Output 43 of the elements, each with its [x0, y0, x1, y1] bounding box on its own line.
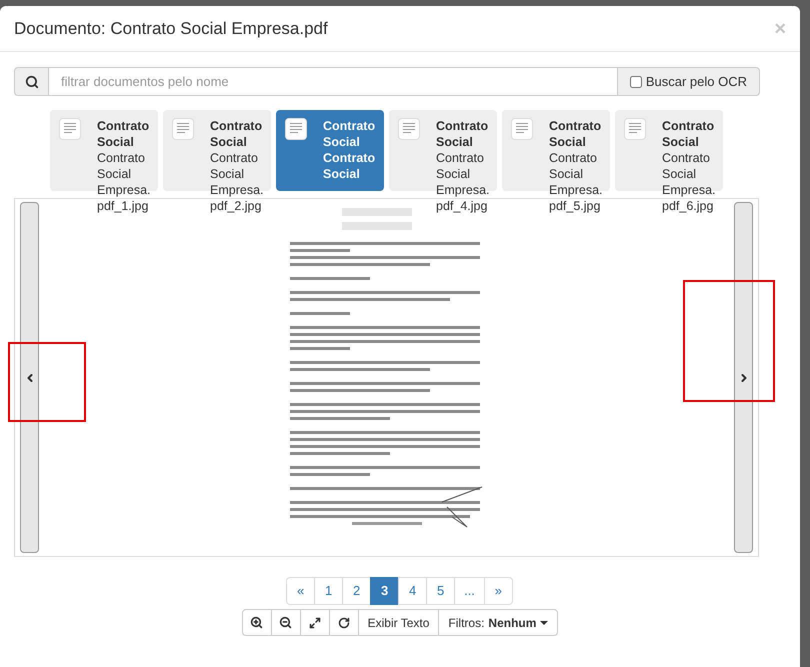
page-thumbnail-icon — [511, 118, 533, 140]
checkbox[interactable] — [630, 76, 642, 88]
thumbnail-title: Contrato Social — [97, 118, 150, 150]
fit-screen-button[interactable] — [300, 609, 330, 636]
zoom-in-button[interactable] — [242, 609, 272, 636]
caret-icon — [540, 620, 548, 624]
page-link[interactable]: 1 — [314, 577, 344, 605]
page-link[interactable]: 3 — [370, 577, 400, 605]
page-link[interactable]: « — [286, 577, 316, 605]
rotate-icon — [338, 616, 350, 628]
filters-dropdown[interactable]: Filtros: Nenhum — [438, 609, 558, 636]
thumbnail-filename: Contrato Social Empresa. pdf_1.jpg — [97, 150, 152, 214]
page-thumbnail-icon — [398, 118, 420, 140]
page-link[interactable]: ... — [454, 577, 485, 605]
page-thumbnail-icon — [59, 118, 81, 140]
modal-title: Documento: Contrato Social Empresa.pdf — [14, 18, 328, 40]
zoom-in-icon — [250, 616, 264, 629]
thumbnail-filename: Contrato Social Empresa. pdf_4.jpg — [436, 150, 490, 214]
thumbnail-title: Contrato Social — [436, 118, 490, 150]
thumbnail-title: Contrato Social — [210, 118, 264, 150]
page-link[interactable]: » — [484, 577, 513, 605]
thumbnail-filename: Contrato Social Empresa. pdf_5.jpg — [549, 150, 604, 214]
page-link[interactable]: 5 — [426, 577, 456, 605]
expand-icon — [308, 616, 321, 628]
thumbnail-title: Contrato Social — [662, 118, 716, 150]
thumbnail-item[interactable]: Contrato Social Contrato Social — [276, 110, 384, 208]
thumbnail-title: Contrato Social — [549, 118, 602, 150]
thumbnail-title: Contrato Social — [323, 118, 376, 150]
zoom-out-button[interactable] — [270, 609, 301, 636]
search-field[interactable]: filtrar documentos pelo nome — [49, 67, 617, 96]
ocr-checkbox[interactable]: Buscar pelo OCR — [616, 67, 760, 96]
show-text-button[interactable]: Exibir Texto — [358, 609, 440, 636]
thumbnail-filename: Contrato Social Empresa. pdf_2.jpg — [210, 150, 264, 214]
page-thumbnail-icon — [624, 118, 646, 140]
thumbnail-filename: Contrato Social — [323, 150, 376, 182]
search-icon — [14, 67, 49, 96]
page-thumbnail-icon — [285, 118, 307, 140]
zoom-out-icon — [279, 616, 292, 629]
rotate-button[interactable] — [328, 609, 359, 636]
page-link[interactable]: 4 — [398, 577, 428, 605]
page-thumbnail-icon — [172, 118, 194, 140]
page-link[interactable]: 2 — [342, 577, 372, 605]
thumbnail-filename: Contrato Social Empresa. pdf_6.jpg — [662, 150, 716, 214]
